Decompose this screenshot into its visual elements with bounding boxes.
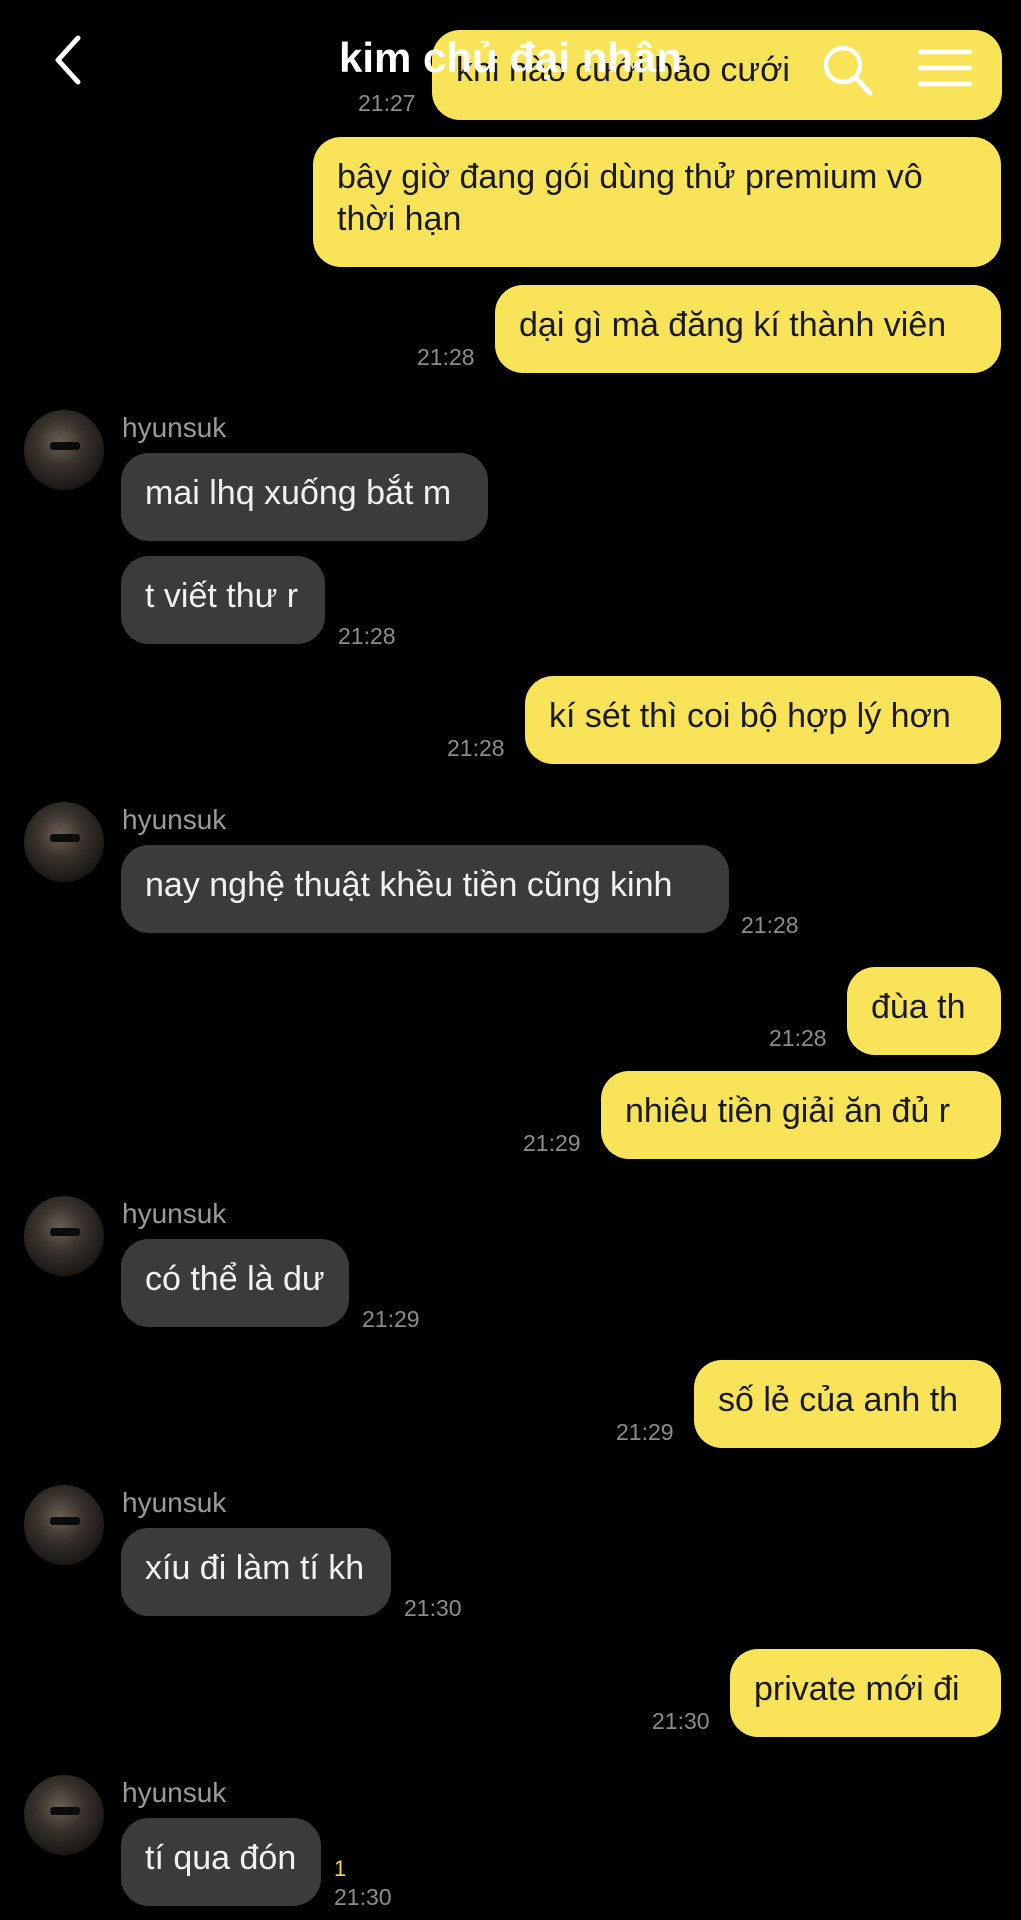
avatar[interactable]	[24, 1196, 104, 1276]
message-time: 21:28	[741, 912, 799, 938]
sender-name: hyunsuk	[122, 1487, 227, 1518]
message-time: 21:30	[404, 1595, 462, 1621]
their-message-bubble[interactable]: mai lhq xuống bắt m	[121, 453, 488, 541]
their-message-bubble[interactable]: có thể là dư	[121, 1239, 349, 1327]
message-time: 21:30	[334, 1884, 392, 1910]
message-time: 21:29	[616, 1419, 674, 1445]
my-message-bubble[interactable]: nhiêu tiền giải ăn đủ r	[601, 1071, 1001, 1159]
their-message-bubble[interactable]: xíu đi làm tí kh	[121, 1528, 391, 1616]
message-time: 21:28	[447, 735, 505, 761]
my-message-bubble[interactable]: private mới đi	[730, 1649, 1001, 1737]
sender-name: hyunsuk	[122, 412, 227, 443]
my-message-bubble[interactable]: dại gì mà đăng kí thành viên	[495, 285, 1001, 373]
my-message-bubble[interactable]: bây giờ đang gói dùng thử premium vô thờ…	[313, 137, 1001, 267]
my-message-bubble[interactable]: kí sét thì coi bộ hợp lý hơn	[525, 676, 1001, 764]
their-message-bubble[interactable]: nay nghệ thuật khều tiền cũng kinh	[121, 845, 729, 933]
chat-header: kim chủ đại nhân	[0, 0, 1021, 120]
message-time: 21:28	[769, 1025, 827, 1051]
their-message-bubble[interactable]: tí qua đón	[121, 1818, 321, 1906]
message-time: 21:29	[362, 1306, 420, 1332]
avatar[interactable]	[24, 410, 104, 490]
hamburger-menu-icon[interactable]	[918, 48, 972, 88]
sender-name: hyunsuk	[122, 1777, 227, 1808]
unread-count: 1	[334, 1856, 347, 1881]
search-icon[interactable]	[820, 42, 874, 98]
avatar[interactable]	[24, 802, 104, 882]
message-time: 21:29	[523, 1130, 581, 1156]
avatar[interactable]	[24, 1485, 104, 1565]
avatar[interactable]	[24, 1775, 104, 1855]
message-time: 21:30	[652, 1708, 710, 1734]
sender-name: hyunsuk	[122, 804, 227, 835]
my-message-bubble[interactable]: số lẻ của anh th	[694, 1360, 1001, 1448]
message-time: 21:28	[338, 623, 396, 649]
sender-name: hyunsuk	[122, 1198, 227, 1229]
my-message-bubble[interactable]: đùa th	[847, 967, 1001, 1055]
message-time: 21:28	[417, 344, 475, 370]
their-message-bubble[interactable]: t viết thư r	[121, 556, 325, 644]
